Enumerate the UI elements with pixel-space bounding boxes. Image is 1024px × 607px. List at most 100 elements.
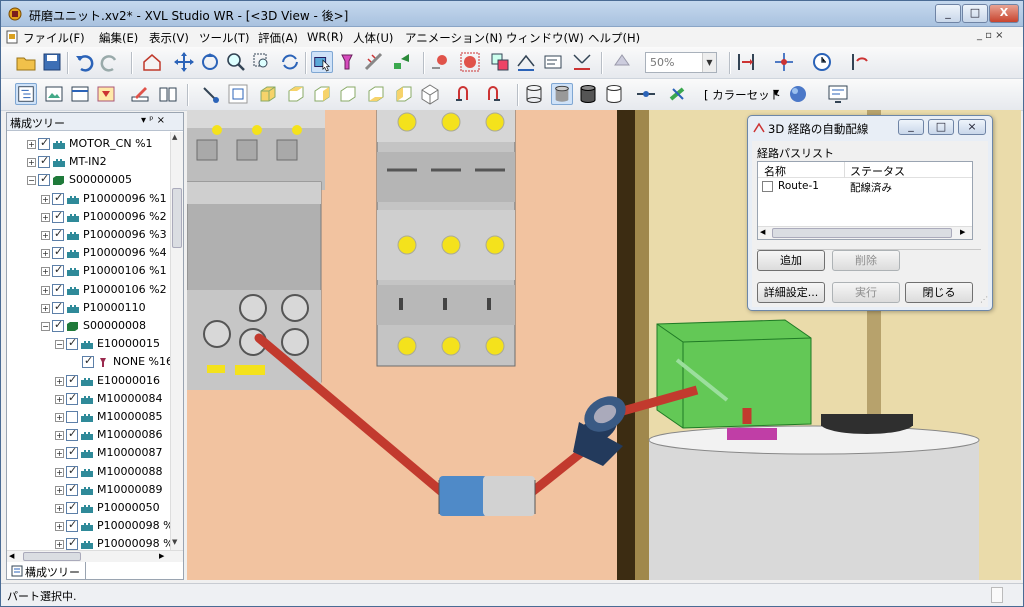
menu-tools[interactable]: ツール(T) — [199, 30, 250, 46]
point-icon[interactable] — [429, 51, 451, 73]
menu-human[interactable]: 人体(U) — [353, 30, 393, 46]
visibility-checkbox[interactable] — [52, 191, 64, 205]
shaded-edges-icon[interactable] — [577, 83, 599, 105]
visibility-checkbox[interactable] — [52, 227, 64, 241]
rotate-right-icon[interactable] — [481, 83, 503, 105]
line-style-icon[interactable] — [635, 83, 657, 105]
tree-horizontal-scrollbar[interactable]: ◀ ▶ — [7, 550, 183, 562]
menu-help[interactable]: ヘルプ(H) — [588, 30, 640, 46]
zoom-combo[interactable]: 50% ▼ — [645, 52, 717, 73]
expand-icon[interactable]: + — [55, 504, 64, 513]
rotate-view-icon[interactable] — [199, 51, 221, 73]
visibility-checkbox[interactable] — [66, 518, 78, 533]
collapse-icon[interactable]: − — [55, 340, 64, 350]
visibility-checkbox[interactable] — [66, 464, 78, 478]
pick-icon[interactable] — [337, 51, 359, 73]
expand-icon[interactable]: + — [41, 285, 50, 295]
cube-back-icon[interactable] — [337, 83, 359, 105]
tree-view-icon[interactable] — [15, 83, 37, 105]
section-icon[interactable] — [515, 51, 537, 73]
detail-settings-button[interactable]: 詳細設定... — [757, 282, 825, 303]
panel-pin-controls[interactable]: ▾ ᵖ × — [141, 115, 165, 126]
collapse-icon[interactable]: − — [41, 322, 50, 331]
visibility-checkbox[interactable] — [52, 245, 64, 260]
cable-icon[interactable] — [667, 83, 689, 105]
transparency-icon[interactable] — [611, 51, 633, 73]
document-icon[interactable] — [5, 30, 19, 44]
visibility-checkbox[interactable] — [66, 482, 78, 496]
visibility-checkbox[interactable] — [66, 536, 78, 550]
measure-icon[interactable] — [363, 51, 385, 73]
scroll-thumb[interactable] — [23, 552, 81, 561]
resize-grip-icon[interactable]: ⋰ — [980, 295, 988, 304]
expand-icon[interactable]: + — [27, 158, 36, 168]
sphere-select-icon[interactable] — [459, 51, 481, 73]
visibility-checkbox[interactable] — [52, 263, 64, 278]
chevron-down-icon[interactable]: ▼ — [773, 88, 779, 97]
visibility-checkbox[interactable] — [66, 445, 78, 460]
redo-icon[interactable] — [99, 51, 121, 73]
rotate-left-icon[interactable] — [453, 83, 475, 105]
visibility-checkbox[interactable] — [66, 391, 78, 405]
property-view-icon[interactable] — [69, 83, 91, 105]
pan-icon[interactable] — [173, 51, 195, 73]
menu-edit[interactable]: 編集(E) — [99, 30, 138, 46]
scroll-left-icon[interactable]: ◀ — [760, 228, 765, 236]
table-row[interactable]: Route-1 配線済み — [758, 179, 972, 195]
menu-evaluate[interactable]: 評価(A) — [258, 30, 298, 46]
book-icon[interactable] — [157, 83, 179, 105]
open-folder-icon[interactable] — [15, 51, 37, 73]
view-direction-icon[interactable] — [199, 83, 221, 105]
clock-icon[interactable] — [811, 51, 833, 73]
close-button[interactable]: X — [989, 4, 1019, 23]
visibility-checkbox[interactable] — [66, 411, 78, 423]
expand-icon[interactable]: + — [55, 449, 64, 459]
cube-iso-icon[interactable] — [419, 83, 441, 105]
visibility-checkbox[interactable] — [38, 136, 50, 150]
expand-icon[interactable]: + — [55, 431, 64, 441]
tab-structure-tree[interactable]: 構成ツリー — [6, 562, 86, 580]
path-icon[interactable] — [849, 51, 871, 73]
list-horizontal-scrollbar[interactable]: ◀ ▶ — [758, 226, 972, 239]
layer-view-icon[interactable] — [95, 83, 117, 105]
route-list[interactable]: 名称 ステータス Route-1 配線済み ◀ ▶ — [757, 161, 973, 240]
cube-left-icon[interactable] — [393, 83, 415, 105]
tree-vertical-scrollbar[interactable]: ▲ ▼ — [170, 132, 183, 550]
dialog-close-button[interactable]: × — [958, 119, 986, 135]
run-button[interactable]: 実行 — [832, 282, 900, 303]
scroll-up-icon[interactable]: ▲ — [172, 133, 177, 141]
menu-window[interactable]: ウィンドウ(W) — [506, 30, 584, 46]
zoom-icon[interactable] — [225, 51, 247, 73]
scroll-down-icon[interactable]: ▼ — [172, 538, 177, 546]
expand-icon[interactable]: + — [41, 267, 50, 277]
explode-icon[interactable] — [735, 51, 757, 73]
expand-icon[interactable]: + — [27, 140, 36, 149]
expand-icon[interactable]: + — [55, 467, 64, 477]
expand-icon[interactable]: + — [55, 522, 64, 532]
cube-right-icon[interactable] — [311, 83, 333, 105]
visibility-checkbox[interactable] — [38, 172, 50, 187]
visibility-checkbox[interactable] — [66, 336, 78, 351]
image-view-icon[interactable] — [43, 83, 65, 105]
expand-icon[interactable]: + — [55, 540, 64, 550]
visibility-checkbox[interactable] — [66, 500, 78, 514]
dialog-maximize-button[interactable]: □ — [928, 119, 954, 135]
dialog-close-text-button[interactable]: 閉じる — [905, 282, 973, 303]
cube-front-icon[interactable] — [257, 83, 279, 105]
display-settings-icon[interactable] — [827, 83, 849, 105]
route-checkbox[interactable] — [762, 181, 773, 192]
select-part-icon[interactable] — [311, 51, 333, 73]
visibility-checkbox[interactable] — [38, 154, 50, 169]
minimize-button[interactable]: _ — [935, 4, 961, 23]
expand-icon[interactable]: + — [41, 231, 50, 240]
mdi-controls[interactable]: _ ▫ × — [977, 30, 1004, 41]
expand-icon[interactable]: + — [41, 194, 50, 204]
collapse-icon[interactable]: − — [27, 176, 36, 186]
arrange-icon[interactable] — [391, 51, 413, 73]
text-note-icon[interactable] — [543, 51, 565, 73]
scroll-right-icon[interactable]: ▶ — [159, 552, 164, 560]
expand-icon[interactable]: + — [55, 413, 64, 422]
structure-tree[interactable]: + MOTOR_CN %1 + MT-IN2 − S00000005 + P10000096 … — [7, 132, 170, 550]
maximize-button[interactable]: □ — [962, 4, 988, 23]
visibility-checkbox[interactable] — [52, 318, 64, 332]
